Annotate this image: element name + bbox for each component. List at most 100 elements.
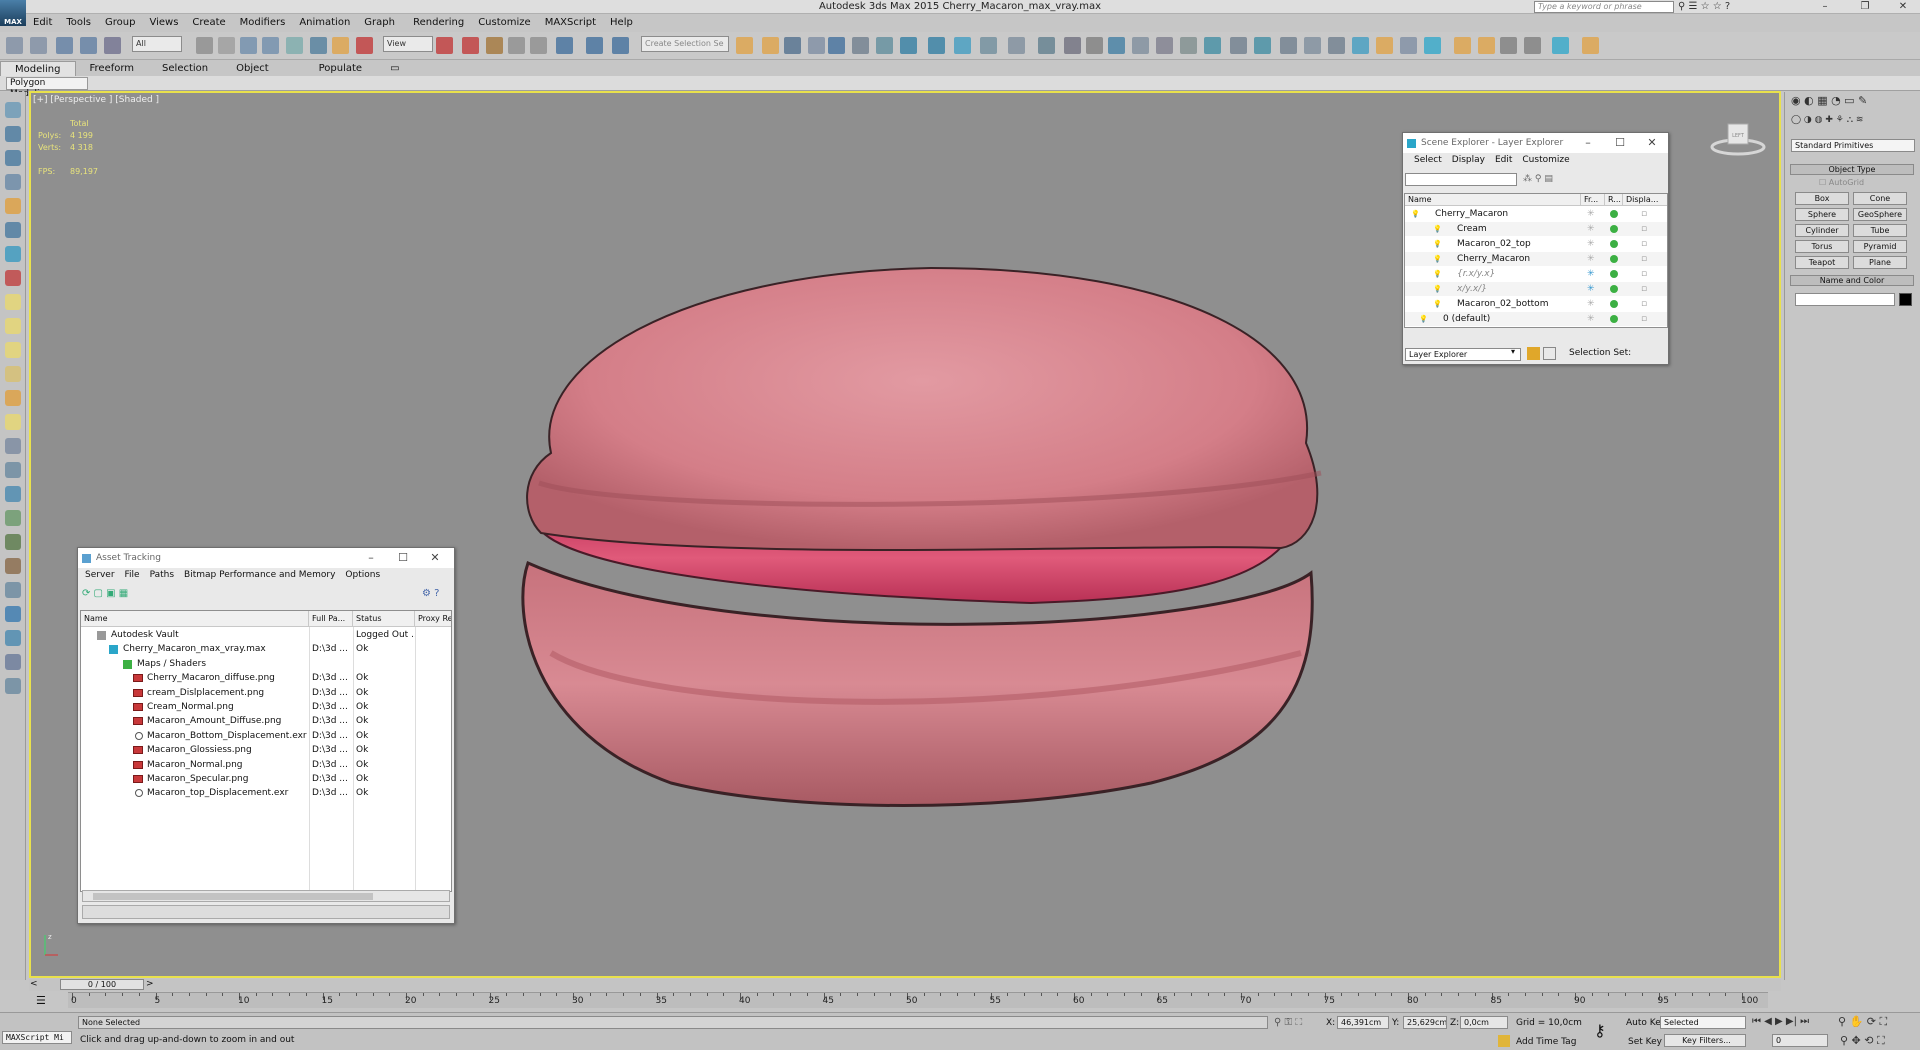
display-icon[interactable]: ▫ [1641,222,1647,236]
toolbar-tool-icon[interactable] [1008,37,1025,54]
toolbar-tool-icon[interactable] [56,37,73,54]
scene-explorer-menu-edit[interactable]: Edit [1490,153,1517,168]
current-frame-field[interactable]: 0 [1772,1034,1828,1047]
visibility-bulb-icon[interactable]: 💡 [1433,267,1442,281]
toolbar-tool-icon[interactable] [286,37,303,54]
track-bar[interactable]: 0 5 10 15 20 25 30 35 40 45 50 55 60 65 70 75 80 85 90 95 10… [68,992,1768,1008]
toolbar-tool-icon[interactable] [1524,37,1541,54]
visibility-bulb-icon[interactable]: 💡 [1419,312,1428,326]
primitive-geosphere-button[interactable]: GeoSphere [1853,208,1907,221]
named-selection-sets-dropdown[interactable]: Create Selection Se [641,36,729,52]
toolbar-tool-icon[interactable] [900,37,917,54]
toolbar-tool-icon[interactable] [1280,37,1297,54]
primitive-cylinder-button[interactable]: Cylinder [1795,224,1849,237]
asset-row[interactable]: Autodesk Vault Logged Out ... [81,628,451,642]
selection-filter-dropdown[interactable]: All [132,36,182,52]
toolbar-tool-icon[interactable] [1424,37,1441,54]
side-tool-icon[interactable] [5,246,21,262]
freeze-icon[interactable]: ✳ [1587,222,1595,236]
display-icon[interactable]: ▫ [1641,207,1647,221]
column-header[interactable]: R... [1605,194,1623,206]
toolbar-tool-icon[interactable] [784,37,801,54]
lock-selection-icon[interactable]: ⚲ ⚿ ⛶ [1274,1017,1302,1028]
app-menu-button[interactable]: MAX [0,0,26,26]
side-tool-icon[interactable] [5,270,21,286]
primitive-sphere-button[interactable]: Sphere [1795,208,1849,221]
side-tool-icon[interactable] [5,678,21,694]
display-icon[interactable]: ▫ [1641,252,1647,266]
side-tool-icon[interactable] [5,222,21,238]
primitive-teapot-button[interactable]: Teapot [1795,256,1849,269]
toolbar-tool-icon[interactable] [1454,37,1471,54]
time-tag-icon[interactable] [1498,1035,1510,1047]
layer-icon[interactable] [1527,347,1540,360]
tree-row[interactable]: 💡 0 (default) ✳ ▫ [1405,312,1667,326]
menu-views[interactable]: Views [142,14,185,32]
toolbar-tool-icon[interactable] [612,37,629,54]
scene-explorer-menu-display[interactable]: Display [1447,153,1490,168]
infocenter-icons[interactable]: ⚲ ☰ ☆ ☆ ? [1678,0,1788,13]
time-slider-track[interactable] [29,979,1781,991]
freeze-icon[interactable]: ✳ [1587,207,1595,221]
z-coordinate-field[interactable]: 0,0cm [1460,1016,1508,1029]
menu-help[interactable]: Help [603,14,640,32]
asset-tracking-window[interactable]: Asset Tracking – ☐ ✕ Server File Paths Bitm… [77,547,455,924]
toolbar-tool-icon[interactable] [530,37,547,54]
column-header[interactable]: Status [353,611,415,627]
visibility-bulb-icon[interactable]: 💡 [1411,207,1420,221]
minimize-icon[interactable]: – [356,548,386,568]
tree-row[interactable]: 💡 Macaron_02_bottom ✳ ▫ [1405,297,1667,311]
scene-explorer-search-input[interactable] [1405,173,1517,186]
side-tool-icon[interactable] [5,414,21,430]
slider-next-icon[interactable]: > [146,979,154,989]
toolbar-tool-icon[interactable] [1132,37,1149,54]
toolbar-tool-icon[interactable] [808,37,825,54]
toolbar-tool-icon[interactable] [1328,37,1345,54]
display-icon[interactable]: ▫ [1641,297,1647,311]
primitive-type-dropdown[interactable]: Standard Primitives [1791,139,1915,152]
close-icon[interactable]: ✕ [420,548,450,568]
viewport-nav-icons[interactable]: ⚲ ✋ ⟳ ⛶ [1838,1015,1887,1029]
help-icon[interactable]: ⚙ ? [422,588,439,599]
object-color-swatch[interactable] [1899,293,1912,306]
freeze-icon[interactable]: ✳ [1587,237,1595,251]
toolbar-tool-icon[interactable] [30,37,47,54]
time-slider[interactable]: 0 / 100 [60,979,144,990]
key-filters-button[interactable]: Key Filters... [1664,1034,1746,1047]
close-icon[interactable]: ✕ [1637,133,1667,153]
side-tool-icon[interactable] [5,486,21,502]
toolbar-tool-icon[interactable] [762,37,779,54]
side-tool-icon[interactable] [5,150,21,166]
visibility-bulb-icon[interactable]: 💡 [1433,252,1442,266]
side-tool-icon[interactable] [5,390,21,406]
menu-maxscript[interactable]: MAXScript [538,14,603,32]
display-icon[interactable]: ▫ [1641,282,1647,296]
ribbon-options-icon[interactable]: ▭ ▾ [376,61,420,89]
tree-row[interactable]: 💡 Cream ✳ ▫ [1405,222,1667,236]
toolbar-tool-icon[interactable] [1108,37,1125,54]
scene-explorer-window[interactable]: Scene Explorer - Layer Explorer – ☐ ✕ Se… [1402,132,1669,365]
toolbar-tool-icon[interactable] [1038,37,1055,54]
set-key-icon[interactable]: ⚷ [1594,1021,1606,1040]
side-tool-icon[interactable] [5,630,21,646]
help-search-input[interactable]: Type a keyword or phrase [1534,1,1674,13]
asset-menu-bitmap-performance-and-memory[interactable]: Bitmap Performance and Memory [179,568,340,583]
column-header[interactable]: Displa... [1623,194,1667,206]
toolbar-tool-icon[interactable] [262,37,279,54]
chevron-down-icon[interactable]: ▾ [1511,347,1515,356]
toolbar-tool-icon[interactable] [1376,37,1393,54]
render-toggle-icon[interactable] [1610,210,1618,218]
menu-create[interactable]: Create [185,14,232,32]
asset-menu-paths[interactable]: Paths [145,568,179,583]
toolbar-tool-icon[interactable] [954,37,971,54]
asset-row[interactable]: Cherry_Macaron_max_vray.max D:\3d ... Ok [81,642,451,656]
column-header[interactable]: Name [1405,194,1581,206]
toolbar-tool-icon[interactable] [436,37,453,54]
column-header[interactable]: Fr... [1581,194,1605,206]
menu-customize[interactable]: Customize [471,14,538,32]
visibility-bulb-icon[interactable]: 💡 [1433,282,1442,296]
object-name-input[interactable] [1795,293,1895,306]
display-icon[interactable]: ▫ [1641,267,1647,281]
ribbon-tab-freeform[interactable]: Freeform [76,61,149,76]
toolbar-tool-icon[interactable] [928,37,945,54]
